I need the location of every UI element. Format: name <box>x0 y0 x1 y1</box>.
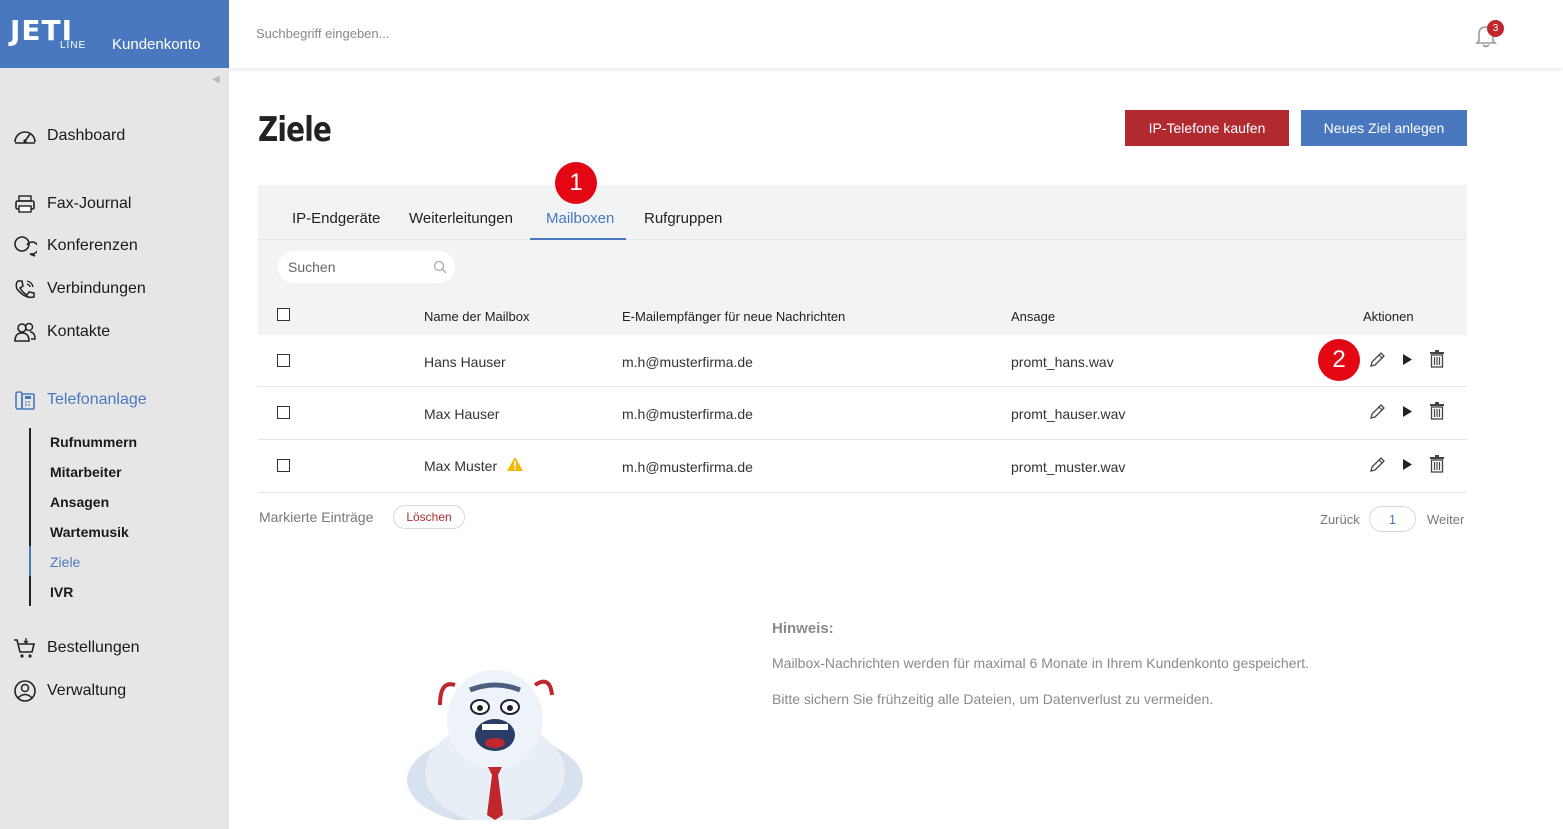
subnav-item-rufnummern[interactable]: Rufnummern <box>50 434 137 450</box>
topbar: 3 <box>229 0 1563 68</box>
mailbox-name: Hans Hauser <box>424 354 506 370</box>
row-divider <box>258 439 1467 440</box>
annotation-marker-2: 2 <box>1318 339 1360 381</box>
tab-rufgruppen[interactable]: Rufgruppen <box>644 210 722 227</box>
sidebar-item-telefonanlage[interactable]: Telefonanlage <box>12 388 147 412</box>
table-search-input[interactable] <box>288 259 428 275</box>
play-icon[interactable] <box>1402 353 1413 366</box>
cart-icon <box>12 637 38 659</box>
user-circle-icon <box>12 680 38 702</box>
edit-pencil-icon[interactable] <box>1369 351 1386 368</box>
pagination-current-page[interactable]: 1 <box>1369 506 1416 532</box>
edit-pencil-icon[interactable] <box>1369 456 1386 473</box>
sidebar-item-label: Dashboard <box>47 127 126 144</box>
column-header-email[interactable]: E-Mailempfänger für neue Nachrichten <box>622 309 845 324</box>
row-divider <box>258 386 1467 387</box>
sidebar-item-konferenzen[interactable]: Konferenzen <box>12 234 138 258</box>
sidebar-item-dashboard[interactable]: Dashboard <box>12 124 125 148</box>
row-checkbox[interactable] <box>277 354 290 367</box>
gauge-icon <box>12 125 38 147</box>
sidebar-item-fax-journal[interactable]: Fax-Journal <box>12 192 131 216</box>
trash-icon[interactable] <box>1429 402 1445 420</box>
mailbox-name: Max Hauser <box>424 406 500 422</box>
mailbox-email: m.h@musterfirma.de <box>622 354 753 370</box>
sidebar-item-verbindungen[interactable]: Verbindungen <box>12 277 146 301</box>
contacts-icon <box>12 321 38 343</box>
column-header-aktionen: Aktionen <box>1363 309 1414 324</box>
brand-header[interactable]: JETI LINE Kundenkonto <box>0 0 229 68</box>
app-root: JETI LINE Kundenkonto ◀ Dashboard Fax-Jo… <box>0 0 1563 829</box>
pagination-next[interactable]: Weiter <box>1427 512 1464 527</box>
tab-mailboxen[interactable]: Mailboxen <box>546 210 614 227</box>
hint-title: Hinweis: <box>772 620 834 637</box>
logo-sub: LINE <box>60 40 87 51</box>
subnav-active-marker <box>29 546 31 576</box>
buy-ip-phones-button[interactable]: IP-Telefone kaufen <box>1125 110 1289 146</box>
subnav-item-ivr[interactable]: IVR <box>50 584 73 600</box>
select-all-checkbox[interactable] <box>277 308 290 321</box>
mailbox-email: m.h@musterfirma.de <box>622 406 753 422</box>
hint-line-1: Mailbox-Nachrichten werden für maximal 6… <box>772 655 1309 671</box>
global-search-input[interactable] <box>256 26 556 41</box>
hint-line-2: Bitte sichern Sie frühzeitig alle Dateie… <box>772 691 1214 707</box>
subnav-item-ansagen[interactable]: Ansagen <box>50 494 109 510</box>
mailbox-prompt: promt_muster.wav <box>1011 459 1126 475</box>
phone-icon <box>12 278 38 300</box>
subnav-item-wartemusik[interactable]: Wartemusik <box>50 524 129 540</box>
subnav-item-mitarbeiter[interactable]: Mitarbeiter <box>50 464 122 480</box>
brand-subtitle: Kundenkonto <box>112 36 201 53</box>
sidebar-item-verwaltung[interactable]: Verwaltung <box>12 679 126 703</box>
sidebar-item-label: Konferenzen <box>47 237 138 254</box>
sidebar: JETI LINE Kundenkonto ◀ Dashboard Fax-Jo… <box>0 0 229 829</box>
sidebar-item-label: Fax-Journal <box>47 195 132 212</box>
notification-count-badge: 3 <box>1487 20 1504 37</box>
table-search[interactable] <box>278 251 455 283</box>
pagination-prev[interactable]: Zurück <box>1320 512 1360 527</box>
yeti-mascot-image <box>407 670 583 820</box>
sidebar-item-label: Bestellungen <box>47 639 140 656</box>
row-checkbox[interactable] <box>277 406 290 419</box>
search-icon[interactable] <box>433 260 447 274</box>
edit-pencil-icon[interactable] <box>1369 403 1386 420</box>
mailbox-name: Max Muster <box>424 458 498 474</box>
sidebar-item-kontakte[interactable]: Kontakte <box>12 320 110 344</box>
sidebar-item-label: Kontakte <box>47 323 111 340</box>
chat-icon <box>12 235 38 257</box>
column-header-ansage[interactable]: Ansage <box>1011 309 1055 324</box>
trash-icon[interactable] <box>1429 455 1445 473</box>
tab-weiterleitungen[interactable]: Weiterleitungen <box>409 210 513 227</box>
sidebar-item-label: Verbindungen <box>47 280 146 297</box>
sidebar-item-bestellungen[interactable]: Bestellungen <box>12 636 140 660</box>
marked-entries-label: Markierte Einträge <box>259 509 374 525</box>
desk-phone-icon <box>12 389 38 411</box>
page-title: Ziele <box>258 110 332 150</box>
sidebar-item-label: Verwaltung <box>47 682 127 699</box>
row-checkbox[interactable] <box>277 459 290 472</box>
play-icon[interactable] <box>1402 458 1413 471</box>
tabs-divider <box>258 239 1467 240</box>
mailbox-email: m.h@musterfirma.de <box>622 459 753 475</box>
subnav-line <box>29 428 31 606</box>
new-target-button[interactable]: Neues Ziel anlegen <box>1301 110 1467 146</box>
mailbox-prompt: promt_hauser.wav <box>1011 406 1126 422</box>
sidebar-item-label: Telefonanlage <box>47 391 147 408</box>
printer-icon <box>12 193 38 215</box>
delete-selected-button[interactable]: Löschen <box>393 505 465 529</box>
play-icon[interactable] <box>1402 405 1413 418</box>
mailbox-prompt: promt_hans.wav <box>1011 354 1114 370</box>
annotation-marker-1: 1 <box>555 162 597 204</box>
collapse-sidebar-icon[interactable]: ◀ <box>212 74 220 85</box>
row-divider <box>258 492 1467 493</box>
warning-icon[interactable] <box>506 456 524 472</box>
column-header-name[interactable]: Name der Mailbox <box>424 309 530 324</box>
active-tab-indicator <box>530 238 626 240</box>
tab-ip-endgeraete[interactable]: IP-Endgeräte <box>292 210 380 227</box>
subnav-item-ziele[interactable]: Ziele <box>50 554 80 570</box>
trash-icon[interactable] <box>1429 350 1445 368</box>
